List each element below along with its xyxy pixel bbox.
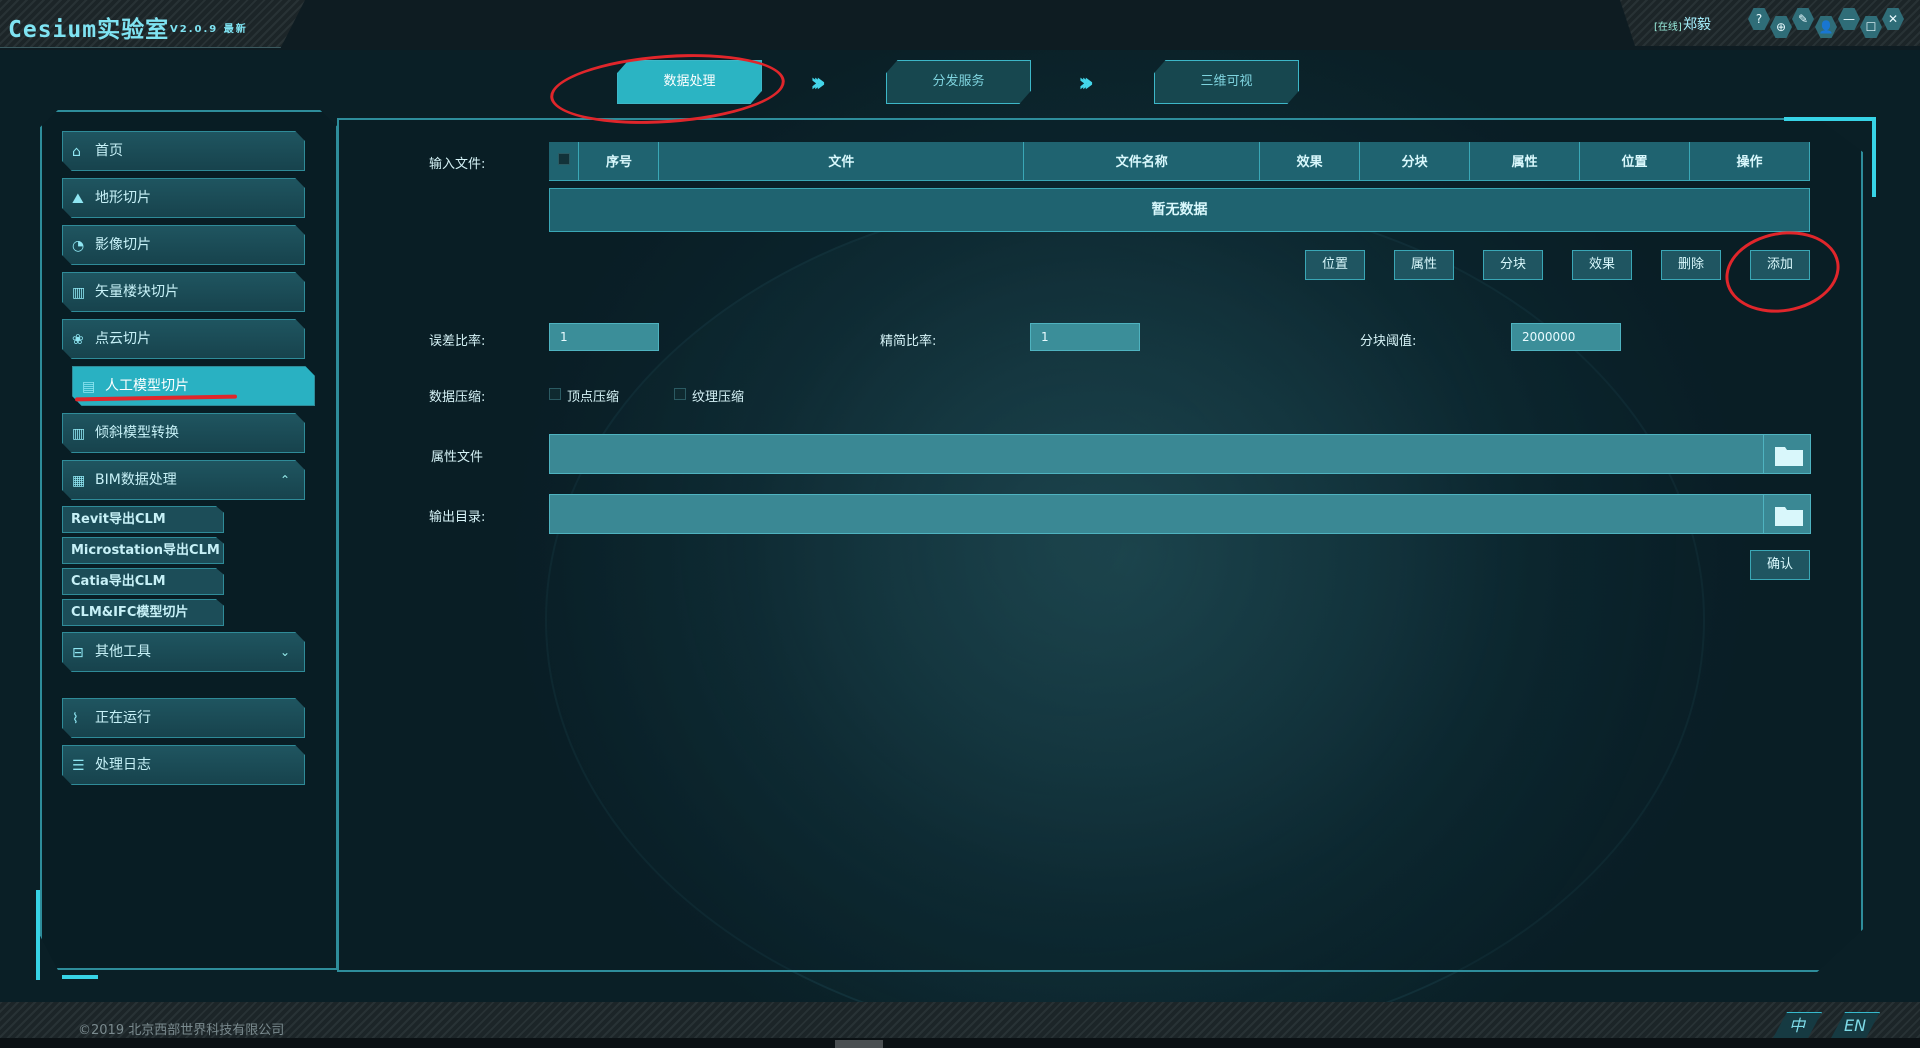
col-file-name: 文件名称 xyxy=(1023,142,1261,181)
error-ratio-label: 误差比率: xyxy=(429,334,486,349)
home-icon: ⌂ xyxy=(72,144,81,160)
footer-bar xyxy=(0,1002,1920,1038)
folder-icon xyxy=(1775,507,1803,526)
running-icon: ⌇ xyxy=(72,711,79,727)
confirm-button[interactable]: 确认 xyxy=(1750,550,1810,580)
sidebar-item-label: 首页 xyxy=(95,143,123,159)
folder-icon xyxy=(1775,447,1803,466)
sidebar-item-oblique[interactable]: ▥ 倾斜模型转换 xyxy=(62,413,305,453)
tab-data-processing[interactable]: 数据处理 xyxy=(617,60,762,104)
compression-label: 数据压缩: xyxy=(429,390,486,405)
user-status: [在线] xyxy=(1654,22,1682,33)
app-title: Cesium实验室 xyxy=(8,17,170,43)
sidebar-item-terrain[interactable]: ⛰ 地形切片 xyxy=(62,178,305,218)
chevron-up-icon: ⌃ xyxy=(279,473,290,487)
table-empty-message: 暂无数据 xyxy=(549,188,1810,232)
input-file-table: 序号 文件 文件名称 效果 分块 属性 位置 操作 xyxy=(549,142,1810,181)
log-icon: ☰ xyxy=(72,758,85,774)
sidebar-item-label: 影像切片 xyxy=(95,237,151,253)
sidebar-item-label: 人工模型切片 xyxy=(105,378,189,394)
frame-accent xyxy=(36,890,46,980)
col-index: 序号 xyxy=(578,142,660,181)
attr-file-input[interactable] xyxy=(549,434,1764,474)
sidebar-item-log[interactable]: ☰ 处理日志 xyxy=(62,745,305,785)
bim-sub-catia[interactable]: Catia导出CLM xyxy=(62,568,224,595)
sidebar-item-label: 其他工具 xyxy=(95,644,151,660)
sidebar-item-home[interactable]: ⌂ 首页 xyxy=(62,131,305,171)
user-name[interactable]: 郑毅 xyxy=(1683,14,1711,34)
sidebar-item-label: 矢量楼块切片 xyxy=(95,284,179,300)
vertex-compression-checkbox[interactable] xyxy=(549,388,561,400)
app-version: V2.0.9 最新 xyxy=(170,24,248,35)
output-dir-label: 输出目录: xyxy=(429,510,486,525)
attribute-button[interactable]: 属性 xyxy=(1394,250,1454,280)
position-button[interactable]: 位置 xyxy=(1305,250,1365,280)
simplify-ratio-input[interactable]: 1 xyxy=(1030,323,1140,351)
building-icon: ▥ xyxy=(72,285,86,301)
texture-compression-label: 纹理压缩 xyxy=(692,390,745,405)
block-button[interactable]: 分块 xyxy=(1483,250,1543,280)
bim-sub-microstation[interactable]: Microstation导出CLM xyxy=(62,537,224,564)
tab-3d-visualization[interactable]: 三维可视 xyxy=(1154,60,1299,104)
attr-file-label: 属性文件 xyxy=(431,450,484,465)
col-attribute: 属性 xyxy=(1469,142,1581,181)
texture-compression-checkbox[interactable] xyxy=(674,388,686,400)
model-icon: ▤ xyxy=(82,379,96,395)
table-header: 序号 文件 文件名称 效果 分块 属性 位置 操作 xyxy=(549,142,1810,181)
sidebar-item-label: 倾斜模型转换 xyxy=(95,425,179,441)
main-panel xyxy=(337,118,1863,972)
tab-distribution-service[interactable]: 分发服务 xyxy=(886,60,1031,104)
sidebar-item-other-tools[interactable]: ⊟ 其他工具 ⌄ xyxy=(62,632,305,672)
sidebar-item-label: 处理日志 xyxy=(95,757,151,773)
error-ratio-input[interactable]: 1 xyxy=(549,323,659,351)
sidebar-item-imagery[interactable]: ◔ 影像切片 xyxy=(62,225,305,265)
oblique-icon: ▥ xyxy=(72,426,86,442)
input-files-label: 输入文件: xyxy=(429,157,486,172)
col-position: 位置 xyxy=(1579,142,1690,181)
copyright-text: ©2019 北京西部世界科技有限公司 xyxy=(78,1023,285,1038)
attr-file-browse-button[interactable] xyxy=(1763,434,1811,474)
select-all-cell[interactable] xyxy=(549,142,580,181)
output-dir-input[interactable] xyxy=(549,494,1764,534)
taskbar-strip xyxy=(0,1038,1920,1048)
bim-sub-clm-ifc[interactable]: CLM&IFC模型切片 xyxy=(62,599,224,626)
frame-accent xyxy=(62,975,98,979)
sidebar-item-label: 点云切片 xyxy=(95,331,151,347)
scrollbar-thumb[interactable] xyxy=(835,1040,883,1048)
sidebar-item-label: 地形切片 xyxy=(95,190,151,206)
sidebar-item-running[interactable]: ⌇ 正在运行 xyxy=(62,698,305,738)
col-file: 文件 xyxy=(658,142,1025,181)
image-icon: ◔ xyxy=(72,238,85,254)
simplify-ratio-label: 精简比率: xyxy=(880,334,937,349)
terrain-icon: ⛰ xyxy=(72,191,84,207)
sidebar-item-vector-building[interactable]: ▥ 矢量楼块切片 xyxy=(62,272,305,312)
delete-button[interactable]: 删除 xyxy=(1661,250,1721,280)
vertex-compression-label: 顶点压缩 xyxy=(567,390,620,405)
chevron-down-icon: ⌄ xyxy=(279,645,290,659)
block-threshold-input[interactable]: 2000000 xyxy=(1511,323,1621,351)
pointcloud-icon: ❀ xyxy=(72,332,84,348)
block-threshold-label: 分块阈值: xyxy=(1360,334,1417,349)
sidebar-item-manual-model[interactable]: ▤ 人工模型切片 xyxy=(72,366,315,406)
col-effect: 效果 xyxy=(1259,142,1361,181)
output-dir-browse-button[interactable] xyxy=(1763,494,1811,534)
col-block: 分块 xyxy=(1359,142,1471,181)
step-arrow-icon: ››› xyxy=(810,68,826,98)
bim-sub-revit[interactable]: Revit导出CLM xyxy=(62,506,224,533)
sidebar-item-pointcloud[interactable]: ❀ 点云切片 xyxy=(62,319,305,359)
toolbox-icon: ⊟ xyxy=(72,645,84,661)
effect-button[interactable]: 效果 xyxy=(1572,250,1632,280)
bim-icon: ▦ xyxy=(72,473,86,489)
sidebar-item-label: BIM数据处理 xyxy=(95,472,177,488)
col-operation: 操作 xyxy=(1689,142,1810,181)
sidebar-item-label: 正在运行 xyxy=(95,710,151,726)
step-arrow-icon: ››› xyxy=(1078,68,1094,98)
add-button[interactable]: 添加 xyxy=(1750,250,1810,280)
sidebar-item-bim[interactable]: ▦ BIM数据处理 ⌃ xyxy=(62,460,305,500)
